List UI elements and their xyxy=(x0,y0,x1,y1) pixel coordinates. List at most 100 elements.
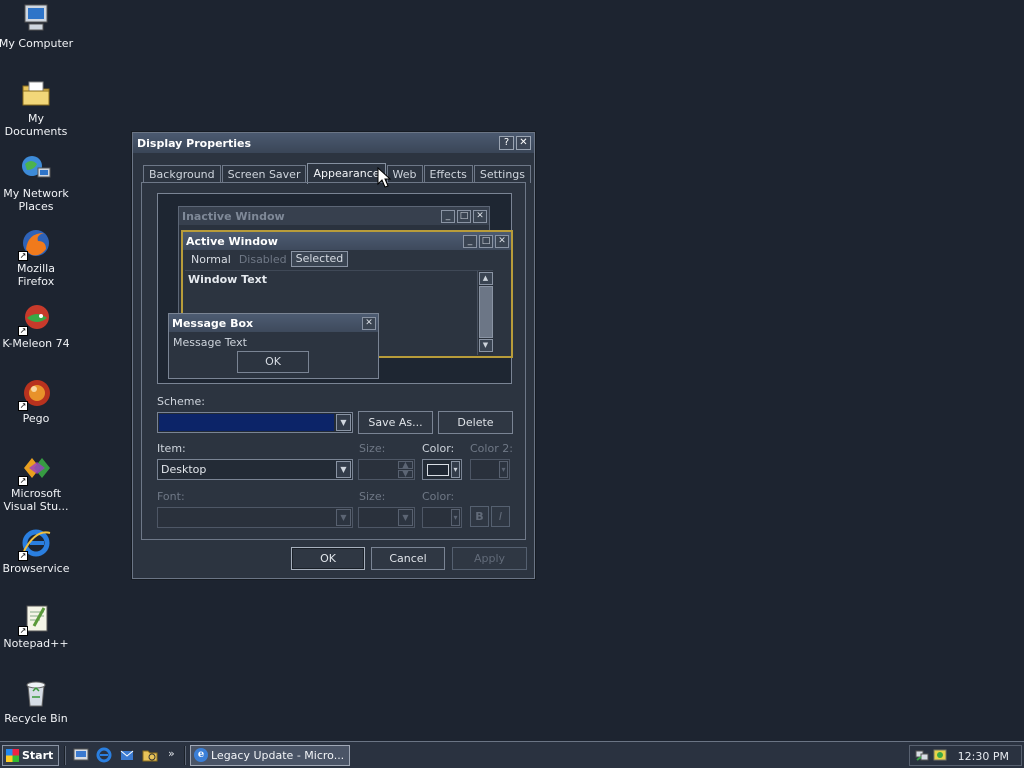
chevron-down-icon: ▾ xyxy=(451,509,460,526)
desktop-icon-label: Recycle Bin xyxy=(4,712,68,725)
outlook-express-icon[interactable] xyxy=(119,747,135,763)
taskbar-button-legacy-update[interactable]: e Legacy Update - Micro... xyxy=(190,745,350,766)
quicklaunch-more-icon[interactable]: » xyxy=(168,747,175,760)
shortcut-arrow-icon: ↗ xyxy=(18,551,28,561)
desktop-icon-label: Mozilla Firefox xyxy=(17,262,55,288)
dialog-titlebar[interactable]: Display Properties ? ✕ xyxy=(133,133,534,153)
ie-quicklaunch-icon[interactable] xyxy=(96,747,112,763)
delete-button[interactable]: Delete xyxy=(438,411,513,434)
message-box-title: Message Box xyxy=(172,316,254,330)
show-desktop-icon[interactable] xyxy=(73,747,89,763)
appearance-panel: Inactive Window _ □ ✕ Active Window _ □ … xyxy=(141,182,526,540)
bold-button[interactable]: B xyxy=(470,506,489,527)
item-color-picker[interactable]: ▾ xyxy=(422,459,462,480)
ok-button[interactable]: OK xyxy=(291,547,365,570)
font-size-select[interactable]: ▼ xyxy=(358,507,415,528)
chameleon-icon: ↗ xyxy=(18,302,52,336)
item-color-label: Color: xyxy=(422,442,455,455)
item-label: Item: xyxy=(157,442,186,455)
display-properties-dialog: Display Properties ? ✕ Background Screen… xyxy=(132,132,535,579)
scheme-select[interactable]: ▼ xyxy=(157,412,353,433)
window-text: Window Text xyxy=(188,273,268,286)
item-value: Desktop xyxy=(161,463,207,476)
tab-effects[interactable]: Effects xyxy=(423,165,473,183)
cancel-button[interactable]: Cancel xyxy=(371,547,445,570)
desktop-icon-k-meleon[interactable]: ↗ K-Meleon 74 xyxy=(0,302,74,350)
tab-web[interactable]: Web xyxy=(386,165,423,183)
desktop-icon-label: Browservice xyxy=(2,562,70,575)
item-size-label: Size: xyxy=(359,442,386,455)
windows-explorer-icon[interactable] xyxy=(142,747,158,763)
inactive-window-title: Inactive Window xyxy=(182,209,285,223)
desktop-icon-my-computer[interactable]: My Computer xyxy=(0,2,74,50)
desktop-icon-network[interactable]: My Network Places xyxy=(0,152,74,213)
start-label: Start xyxy=(22,749,54,762)
desktop-icon-label: My Network Places xyxy=(3,187,69,213)
system-tray: 12:30 PM xyxy=(909,745,1022,766)
notepad-icon: ↗ xyxy=(18,602,52,636)
tab-appearance[interactable]: Appearance xyxy=(307,163,386,184)
desktop-icon-label: Notepad++ xyxy=(3,637,69,650)
item-color2-picker[interactable]: ▾ xyxy=(470,459,510,480)
message-text: Message Text xyxy=(173,336,247,349)
close-icon: ✕ xyxy=(495,234,509,248)
desktop-icon-recycle-bin[interactable]: Recycle Bin xyxy=(0,677,74,725)
desktop-icon-firefox[interactable]: ↗ Mozilla Firefox xyxy=(0,227,74,288)
tab-background[interactable]: Background xyxy=(143,165,221,183)
italic-button[interactable]: I xyxy=(491,506,510,527)
folder-documents-icon xyxy=(20,77,52,109)
desktop-icon-notepad-plus[interactable]: ↗ Notepad++ xyxy=(0,602,74,650)
item-color2-label: Color 2: xyxy=(470,442,513,455)
spin-up-icon: ▲ xyxy=(398,461,413,469)
help-button[interactable]: ? xyxy=(499,136,514,150)
desktop-icon-label: Pego xyxy=(22,412,50,425)
chevron-down-icon: ▾ xyxy=(451,461,460,478)
taskbar-separator xyxy=(184,746,186,765)
visual-studio-icon: ↗ xyxy=(18,452,52,486)
maximize-icon: □ xyxy=(479,234,493,248)
active-window-title: Active Window xyxy=(186,234,278,248)
desktop-icon-visual-studio[interactable]: ↗ Microsoft Visual Stu... xyxy=(0,452,74,513)
chevron-down-icon: ▼ xyxy=(336,414,351,431)
apply-button[interactable]: Apply xyxy=(452,547,527,570)
preview-scrollbar: ▲ ▼ xyxy=(477,271,493,355)
tab-screen-saver[interactable]: Screen Saver xyxy=(221,165,307,183)
desktop-icon-my-documents[interactable]: My Documents xyxy=(0,77,74,138)
shortcut-arrow-icon: ↗ xyxy=(18,326,28,336)
shortcut-arrow-icon: ↗ xyxy=(18,476,28,486)
clock[interactable]: 12:30 PM xyxy=(958,750,1009,763)
desktop-icon-browservice[interactable]: ↗ Browservice xyxy=(0,527,74,575)
font-label: Font: xyxy=(157,490,185,503)
close-icon: ✕ xyxy=(473,209,487,223)
tab-strip: Background Screen Saver Appearance Web E… xyxy=(143,163,532,184)
network-tray-icon[interactable] xyxy=(915,748,929,762)
font-size-label: Size: xyxy=(359,490,386,503)
appearance-preview[interactable]: Inactive Window _ □ ✕ Active Window _ □ … xyxy=(157,193,513,384)
dialog-title: Display Properties xyxy=(137,136,252,150)
shortcut-arrow-icon: ↗ xyxy=(18,401,28,411)
color-swatch xyxy=(427,464,449,476)
computer-icon xyxy=(20,2,52,34)
preview-menu-bar: Normal Disabled Selected xyxy=(183,250,511,268)
firefox-icon: ↗ xyxy=(18,227,52,261)
desktop-icon-label: Microsoft Visual Stu... xyxy=(3,487,69,513)
task-label: Legacy Update - Micro... xyxy=(211,749,345,762)
start-button[interactable]: Start xyxy=(2,745,59,766)
desktop-icon-pego[interactable]: ↗ Pego xyxy=(0,377,74,425)
scroll-down-icon: ▼ xyxy=(478,339,493,352)
font-color-picker[interactable]: ▾ xyxy=(422,507,462,528)
maximize-icon: □ xyxy=(457,209,471,223)
save-as-button[interactable]: Save As... xyxy=(358,411,433,434)
windows-logo-icon xyxy=(6,749,19,762)
security-tray-icon[interactable] xyxy=(933,748,947,762)
tab-settings[interactable]: Settings xyxy=(473,165,532,183)
item-size-spinner[interactable]: ▲ ▼ xyxy=(358,459,415,480)
item-select[interactable]: Desktop ▼ xyxy=(157,459,353,480)
shortcut-arrow-icon: ↗ xyxy=(18,251,28,261)
close-button[interactable]: ✕ xyxy=(516,136,531,150)
taskbar: Start » e Legacy Update - Micro... 12:30… xyxy=(0,741,1024,768)
font-select[interactable]: ▼ xyxy=(157,507,353,528)
shortcut-arrow-icon: ↗ xyxy=(18,626,28,636)
preview-message-box: Message Box ✕ Message Text OK xyxy=(168,313,379,379)
close-icon: ✕ xyxy=(362,316,376,330)
